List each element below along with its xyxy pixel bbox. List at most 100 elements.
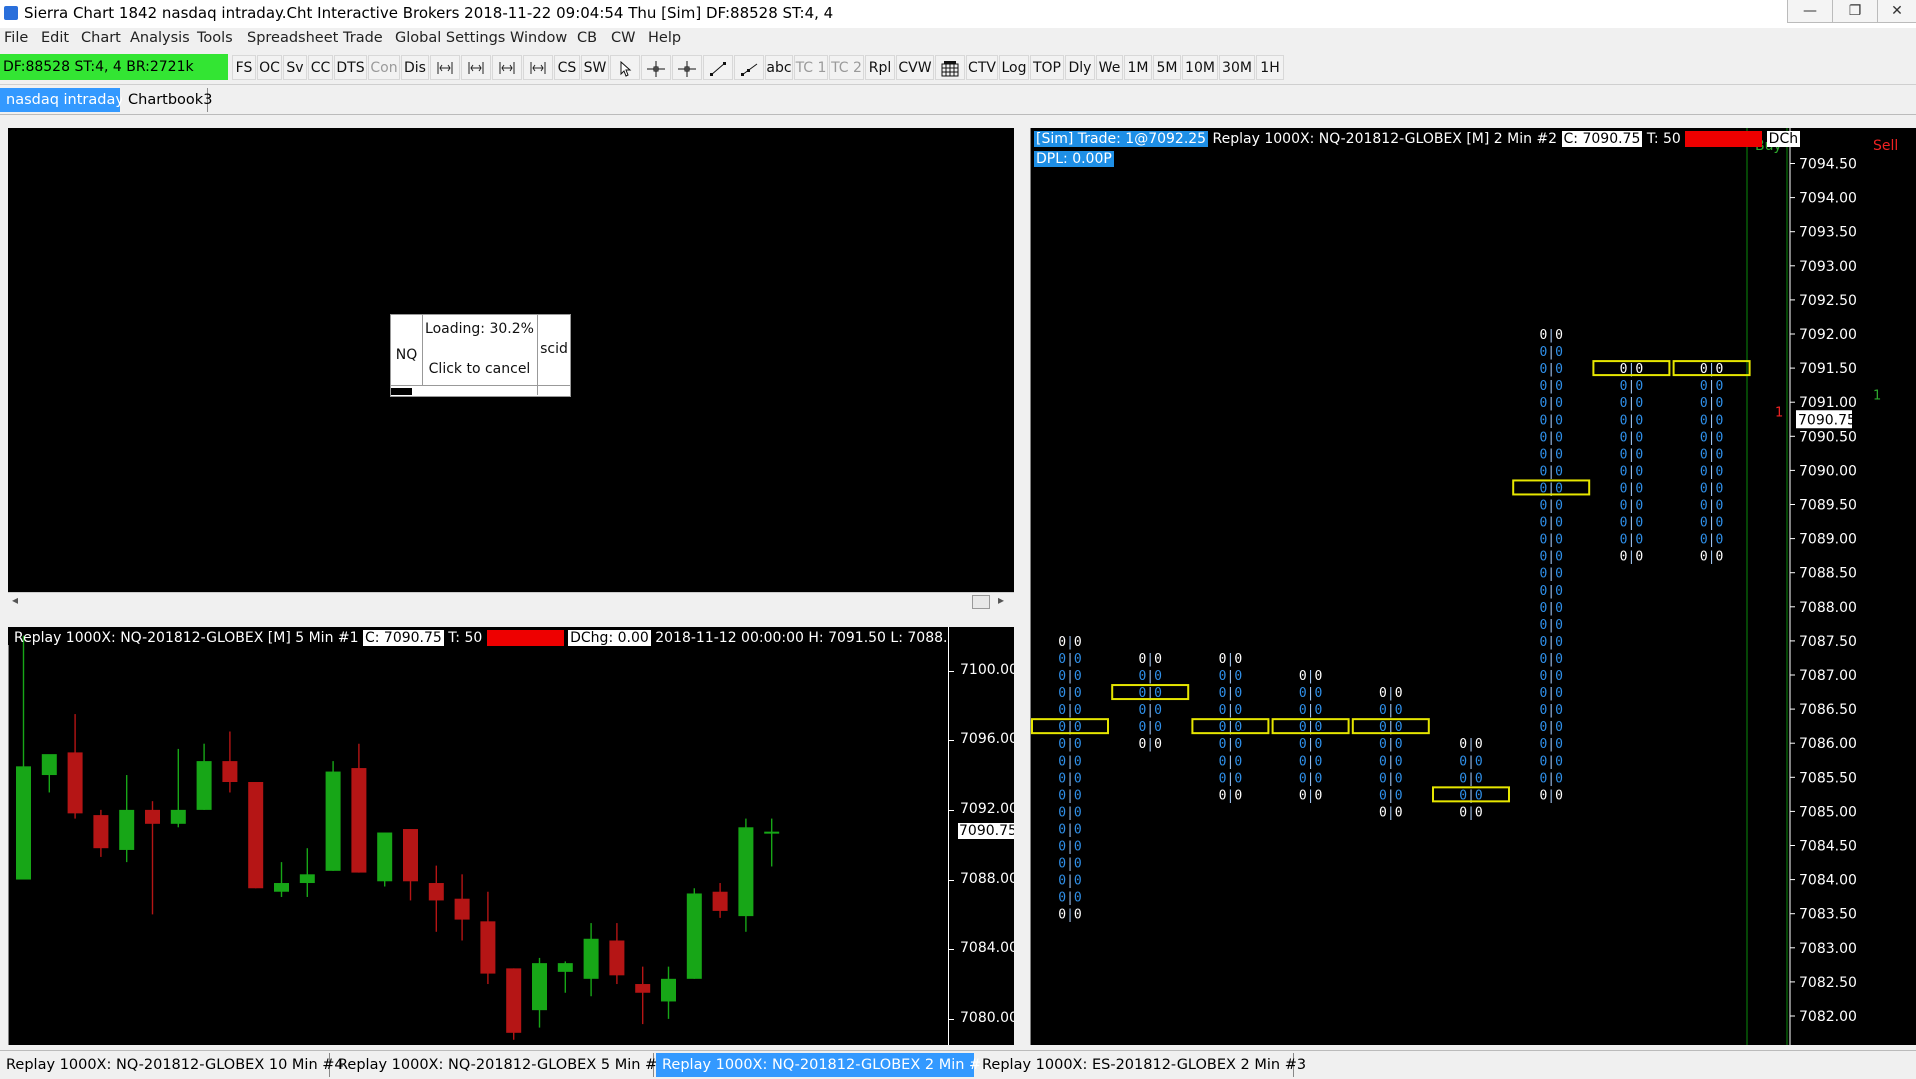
candle-body <box>686 893 702 979</box>
loading-symbol: NQ <box>395 347 418 363</box>
candle-body <box>41 754 57 776</box>
line-tool-button[interactable] <box>703 55 733 80</box>
bars-spacing-button[interactable] <box>523 55 553 80</box>
bars-spacing-button[interactable] <box>492 55 522 80</box>
price-scale-5min[interactable]: 7100.00 7096.00 7092.00 7088.00 7084.00 7080.… <box>948 627 1014 1045</box>
toolbar-30m-button[interactable]: 30M <box>1219 55 1255 80</box>
close-button[interactable]: ✕ <box>1877 0 1916 23</box>
menu-analysis[interactable]: Analysis <box>130 30 190 46</box>
toolbar-sv-button[interactable]: Sv <box>283 55 307 80</box>
footprint-cell: 0|0 <box>1459 754 1482 769</box>
toolbar-cvw-button[interactable]: CVW <box>896 55 934 80</box>
menu-cw[interactable]: CW <box>611 30 635 46</box>
pointer-icon <box>611 61 639 77</box>
line-tool-icon <box>704 61 732 77</box>
menu-file[interactable]: File <box>4 30 28 46</box>
cancel-loading-link[interactable]: Click to cancel <box>422 361 537 377</box>
tab-chartbook3[interactable]: Chartbook3 <box>122 88 212 112</box>
scroll-thumb[interactable] <box>972 595 990 609</box>
menu-edit[interactable]: Edit <box>41 30 69 46</box>
candle-body <box>351 768 367 873</box>
toolbar-cc-button[interactable]: CC <box>308 55 333 80</box>
minimize-button[interactable]: — <box>1787 0 1833 23</box>
toolbar-fs-button[interactable]: FS <box>232 55 256 80</box>
toolbar-1h-button[interactable]: 1H <box>1256 55 1284 80</box>
toolbar-log-button[interactable]: Log <box>999 55 1029 80</box>
chart-tab-3[interactable]: Replay 1000X: ES-201812-GLOBEX 2 Min #3 <box>976 1053 1306 1077</box>
toolbar-top-button[interactable]: TOP <box>1030 55 1064 80</box>
horizontal-scrollbar[interactable]: ◂ ▸ <box>8 592 1014 611</box>
footprint-cell: 0|0 <box>1620 396 1643 411</box>
footprint-cell: 0|0 <box>1700 533 1723 548</box>
menu-spreadsheet[interactable]: Spreadsheet <box>247 30 338 46</box>
menu-global-settings[interactable]: Global Settings <box>395 30 505 46</box>
bars-spacing-button[interactable] <box>430 55 460 80</box>
candle <box>583 923 599 997</box>
vertical-splitter[interactable] <box>1016 120 1028 1045</box>
loading-dialog[interactable]: NQ Loading: 30.2% Click to cancel scid <box>390 314 571 397</box>
ray-tool-button[interactable] <box>734 55 764 80</box>
menu-chart[interactable]: Chart <box>81 30 121 46</box>
price-label: 7084.50 <box>1799 839 1857 855</box>
candle <box>196 743 212 810</box>
crosshair-button[interactable] <box>641 55 671 80</box>
price-label: 7088.00 <box>1799 600 1857 616</box>
toolbar-cs-button[interactable]: CS <box>554 55 580 80</box>
price-label: 7087.50 <box>1799 634 1857 650</box>
candle <box>403 829 418 901</box>
chart-tab-4[interactable]: Replay 1000X: NQ-201812-GLOBEX 10 Min #4 <box>0 1053 344 1077</box>
chart-2min-close: C: 7090.75 <box>1561 131 1643 147</box>
toolbar-tc1-button[interactable]: TC 1 <box>794 55 828 80</box>
restore-button[interactable]: ❐ <box>1832 0 1878 23</box>
footprint-chart[interactable]: BuySell117094.507094.007093.507093.00709… <box>1030 128 1916 1045</box>
menu-trade[interactable]: Trade <box>343 30 383 46</box>
toolbar-we-button[interactable]: We <box>1096 55 1123 80</box>
toolbar-dly-button[interactable]: Dly <box>1065 55 1095 80</box>
pointer-button[interactable] <box>610 55 640 80</box>
footprint-cell: 0|0 <box>1620 447 1643 462</box>
grid-calendar-button[interactable] <box>935 55 965 80</box>
candle <box>506 968 522 1040</box>
scroll-left-arrow-icon[interactable]: ◂ <box>12 593 18 607</box>
candle-body <box>764 831 780 834</box>
footprint-cell: 0|0 <box>1138 737 1161 752</box>
footprint-cell: 0|0 <box>1539 703 1562 718</box>
footprint-cell: 0|0 <box>1700 516 1723 531</box>
chart-2min-panel[interactable]: BuySell117094.507094.007093.507093.00709… <box>1030 128 1916 1045</box>
footprint-cell: 0|0 <box>1539 686 1562 701</box>
chart-5min-panel[interactable]: Replay 1000X: NQ-201812-GLOBEX [M] 5 Min… <box>8 627 1014 1045</box>
tab-nasdaq-intraday[interactable]: nasdaq intraday <box>0 88 124 112</box>
price-label: 7090.50 <box>1799 429 1857 445</box>
sell-qty: 1 <box>1775 405 1783 420</box>
toolbar-dts-button[interactable]: DTS <box>334 55 367 80</box>
candle-body <box>480 921 496 974</box>
candlestick-chart[interactable] <box>8 627 1014 1045</box>
footprint-cell: 0|0 <box>1459 805 1482 820</box>
menu-help[interactable]: Help <box>648 30 681 46</box>
scroll-right-arrow-icon[interactable]: ▸ <box>998 593 1004 607</box>
toolbar-5m-button[interactable]: 5M <box>1153 55 1181 80</box>
menu-tools[interactable]: Tools <box>197 30 233 46</box>
footprint-cell: 0|0 <box>1539 413 1562 428</box>
toolbar-dis-button[interactable]: Dis <box>401 55 429 80</box>
toolbar-tc2-button[interactable]: TC 2 <box>829 55 864 80</box>
toolbar-10m-button[interactable]: 10M <box>1182 55 1218 80</box>
candle-body <box>635 984 651 993</box>
toolbar-oc-button[interactable]: OC <box>257 55 282 80</box>
chart-tab-1[interactable]: Replay 1000X: NQ-201812-GLOBEX 5 Min #1 <box>332 1053 666 1077</box>
toolbar-ctv-button[interactable]: CTV <box>966 55 998 80</box>
toolbar-1m-button[interactable]: 1M <box>1124 55 1152 80</box>
toolbar-sw-button[interactable]: SW <box>581 55 609 80</box>
menu-cb[interactable]: CB <box>577 30 597 46</box>
price-label: 7084.00 <box>960 940 1014 957</box>
menu-window[interactable]: Window <box>510 30 567 46</box>
candle <box>170 748 186 828</box>
bars-spacing-button[interactable] <box>461 55 491 80</box>
chart-tab-2[interactable]: Replay 1000X: NQ-201812-GLOBEX 2 Min #2 <box>656 1053 990 1077</box>
crosshair-button[interactable] <box>672 55 702 80</box>
candle-body <box>274 883 289 892</box>
toolbar-rpl-button[interactable]: Rpl <box>865 55 895 80</box>
toolbar-con-button[interactable]: Con <box>368 55 400 80</box>
candle-body <box>403 829 418 882</box>
toolbar-abc-button[interactable]: abc <box>765 55 793 80</box>
